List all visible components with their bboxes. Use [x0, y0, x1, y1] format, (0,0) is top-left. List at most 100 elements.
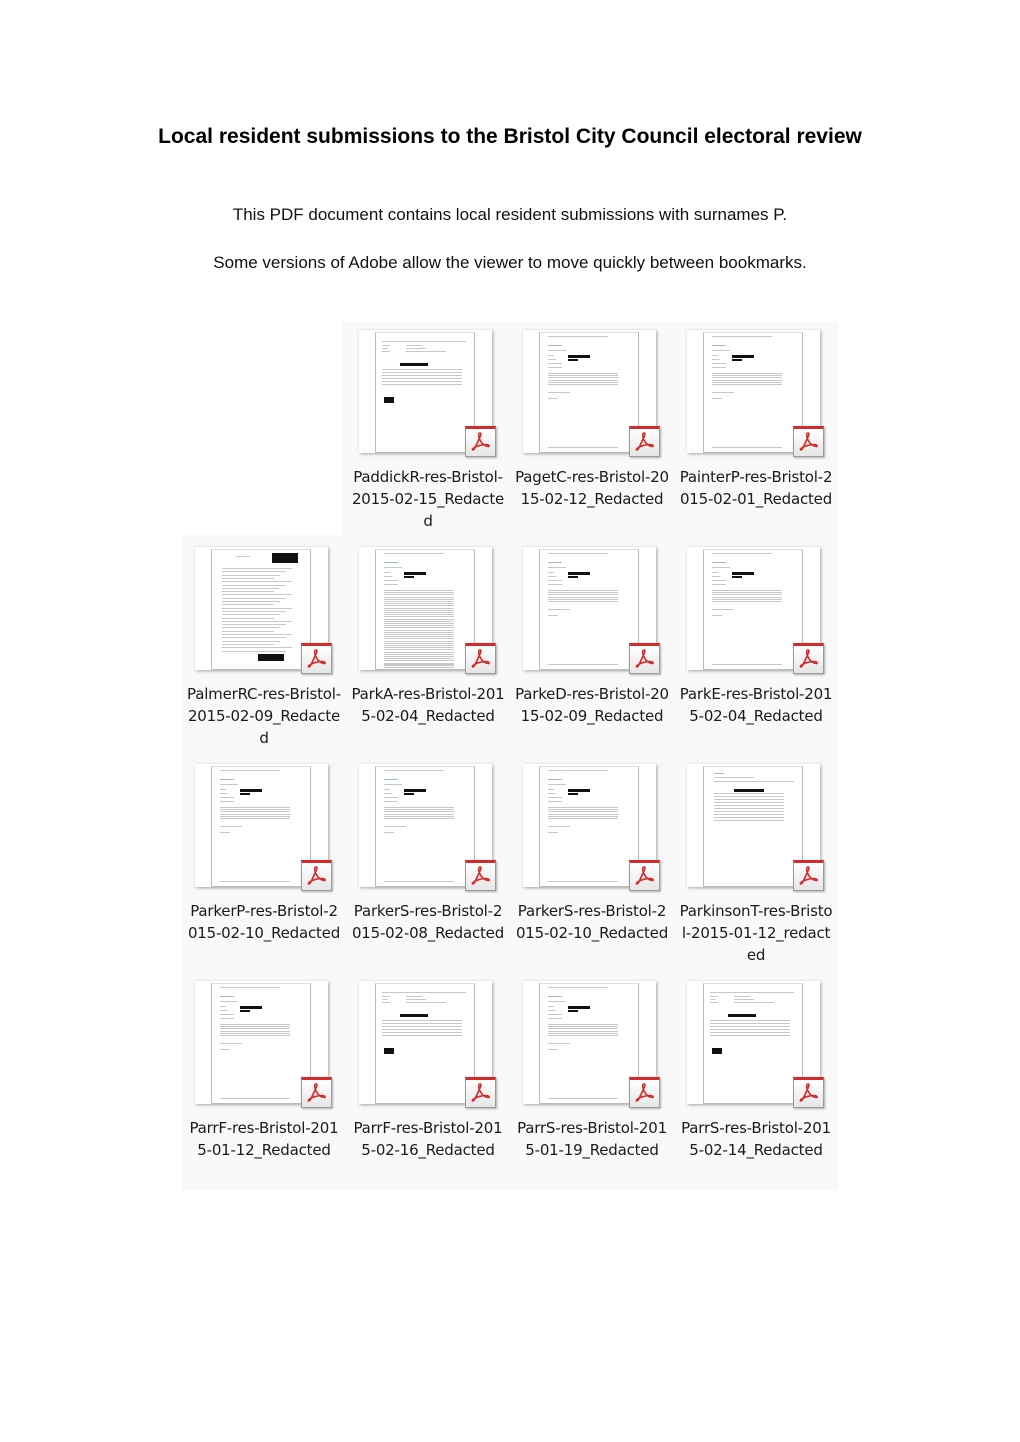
- pdf-icon: [793, 1077, 824, 1108]
- text-line: [548, 553, 608, 554]
- file-thumbnail[interactable]: [359, 330, 496, 457]
- text-line: [712, 590, 782, 591]
- file-thumbnail[interactable]: [523, 330, 660, 457]
- file-name[interactable]: ParkeD-res-Bristol-2015-02-09_Redacted: [514, 683, 670, 727]
- text-line: [382, 341, 466, 342]
- file-item[interactable]: PalmerRC-res-Bristol-2015-02-09_Redacted: [182, 539, 346, 756]
- text-line: [548, 1024, 618, 1025]
- file-name[interactable]: ParrS-res-Bristol-2015-02-14_Redacted: [678, 1117, 834, 1161]
- text-line: [714, 773, 724, 774]
- file-thumbnail[interactable]: [687, 547, 824, 674]
- file-item[interactable]: ParkerP-res-Bristol-2015-02-10_Redacted: [182, 756, 346, 973]
- file-thumbnail[interactable]: [195, 547, 332, 674]
- file-name[interactable]: ParkA-res-Bristol-2015-02-04_Redacted: [350, 683, 506, 727]
- text-line: [712, 355, 718, 356]
- file-name[interactable]: PagetC-res-Bristol-2015-02-12_Redacted: [514, 466, 670, 510]
- text-line: [548, 809, 618, 811]
- text-line: [384, 584, 398, 585]
- text-line: [222, 594, 292, 596]
- file-name[interactable]: ParkinsonT-res-Bristol-2015-01-12_redact…: [678, 900, 834, 966]
- redaction-block: [568, 576, 578, 578]
- text-line: [712, 377, 782, 379]
- text-line: [222, 647, 292, 649]
- file-name[interactable]: ParkerS-res-Bristol-2015-02-08_Redacted: [350, 900, 506, 944]
- text-line: [384, 779, 398, 780]
- text-line: [548, 779, 562, 780]
- text-line: [712, 580, 726, 581]
- text-line: [406, 348, 426, 349]
- file-item[interactable]: ParkinsonT-res-Bristol-2015-01-12_redact…: [674, 756, 838, 973]
- text-line: [384, 793, 392, 794]
- redaction-block: [404, 576, 414, 578]
- text-line: [222, 624, 286, 626]
- redaction-block: [732, 359, 742, 361]
- text-line: [382, 1032, 462, 1033]
- file-item[interactable]: ParrS-res-Bristol-2015-01-19_Redacted: [510, 973, 674, 1190]
- file-item[interactable]: ParkerS-res-Bristol-2015-02-08_Redacted: [346, 756, 510, 973]
- text-line: [222, 607, 292, 609]
- text-line: [220, 1098, 290, 1099]
- text-line: [548, 584, 562, 585]
- file-name[interactable]: ParrF-res-Bristol-2015-01-12_Redacted: [186, 1117, 342, 1161]
- file-item[interactable]: PagetC-res-Bristol-2015-02-12_Redacted: [510, 322, 674, 539]
- pdf-icon: [465, 860, 496, 891]
- file-item[interactable]: ParrF-res-Bristol-2015-02-16_Redacted: [346, 973, 510, 1190]
- text-line: [220, 1014, 234, 1015]
- file-thumbnail[interactable]: [523, 981, 660, 1108]
- file-name[interactable]: PalmerRC-res-Bristol-2015-02-09_Redacted: [186, 683, 342, 749]
- pdf-icon: [301, 860, 332, 891]
- file-name[interactable]: ParkerP-res-Bristol-2015-02-10_Redacted: [186, 900, 342, 944]
- file-name[interactable]: ParkerS-res-Bristol-2015-02-10_Redacted: [514, 900, 670, 944]
- file-thumbnail[interactable]: [687, 330, 824, 457]
- text-line: [384, 809, 454, 811]
- file-name[interactable]: ParrF-res-Bristol-2015-02-16_Redacted: [350, 1117, 506, 1161]
- text-line: [220, 1006, 226, 1007]
- page-preview: [375, 983, 475, 1104]
- file-item[interactable]: ParkE-res-Bristol-2015-02-04_Redacted: [674, 539, 838, 756]
- text-line: [548, 590, 618, 591]
- text-line: [220, 1049, 230, 1051]
- text-line: [384, 647, 454, 649]
- file-name[interactable]: PainterP-res-Bristol-2015-02-01_Redacted: [678, 466, 834, 510]
- page-preview: [539, 766, 639, 887]
- file-item[interactable]: ParrS-res-Bristol-2015-02-14_Redacted: [674, 973, 838, 1190]
- text-line: [384, 572, 390, 573]
- file-thumbnail[interactable]: [359, 764, 496, 891]
- text-line: [712, 336, 772, 337]
- file-thumbnail[interactable]: [359, 981, 496, 1108]
- file-thumbnail[interactable]: [195, 764, 332, 891]
- file-name[interactable]: ParrS-res-Bristol-2015-01-19_Redacted: [514, 1117, 670, 1161]
- file-thumbnail[interactable]: [687, 764, 824, 891]
- text-line: [714, 808, 784, 809]
- file-item[interactable]: ParkeD-res-Bristol-2015-02-09_Redacted: [510, 539, 674, 756]
- page-preview: [211, 549, 311, 670]
- file-thumbnail[interactable]: [523, 547, 660, 674]
- text-line: [220, 881, 290, 882]
- file-thumbnail[interactable]: [523, 764, 660, 891]
- text-line: [220, 815, 290, 817]
- text-line: [384, 818, 454, 819]
- text-line: [712, 601, 782, 602]
- file-item[interactable]: ParkerS-res-Bristol-2015-02-10_Redacted: [510, 756, 674, 973]
- file-thumbnail[interactable]: [359, 547, 496, 674]
- file-name[interactable]: ParkE-res-Bristol-2015-02-04_Redacted: [678, 683, 834, 727]
- pdf-icon: [793, 860, 824, 891]
- text-line: [548, 832, 558, 834]
- text-line: [548, 562, 562, 563]
- text-line: [382, 345, 390, 346]
- text-line: [712, 567, 730, 568]
- pdf-icon: [629, 1077, 660, 1108]
- text-line: [220, 1032, 290, 1034]
- file-thumbnail[interactable]: [195, 981, 332, 1108]
- file-item[interactable]: PainterP-res-Bristol-2015-02-01_Redacted: [674, 322, 838, 539]
- file-item[interactable]: PaddickR-res-Bristol-2015-02-15_Redacted: [346, 322, 510, 539]
- text-line: [710, 1020, 790, 1021]
- file-item[interactable]: ParkA-res-Bristol-2015-02-04_Redacted: [346, 539, 510, 756]
- text-line: [384, 797, 398, 798]
- file-item[interactable]: ParrF-res-Bristol-2015-01-12_Redacted: [182, 973, 346, 1190]
- redaction-block: [568, 572, 590, 575]
- file-name[interactable]: PaddickR-res-Bristol-2015-02-15_Redacted: [350, 466, 506, 532]
- file-thumbnail[interactable]: [687, 981, 824, 1108]
- page-preview: [703, 549, 803, 670]
- text-line: [384, 826, 406, 828]
